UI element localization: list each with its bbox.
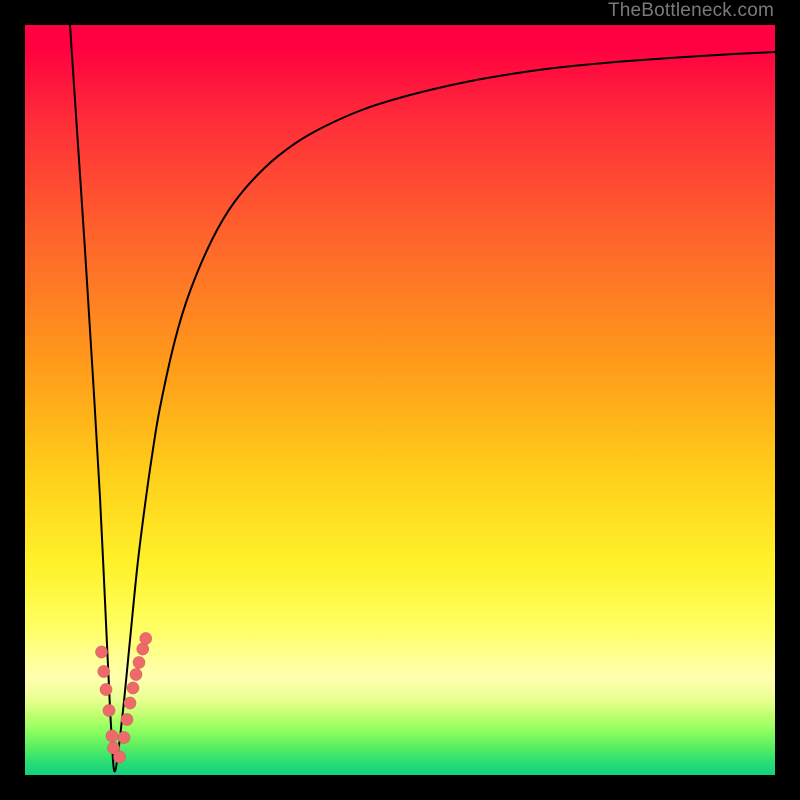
data-point-dot bbox=[95, 646, 107, 658]
plot-area bbox=[25, 25, 775, 775]
data-point-dot bbox=[124, 697, 136, 709]
watermark-text: TheBottleneck.com bbox=[608, 0, 774, 22]
data-point-dot bbox=[127, 682, 139, 694]
data-point-dot bbox=[118, 731, 130, 743]
data-point-dot bbox=[133, 656, 145, 668]
data-point-dot bbox=[130, 668, 142, 680]
data-point-dot bbox=[121, 713, 133, 725]
data-point-dot bbox=[106, 730, 118, 742]
data-point-dot bbox=[98, 665, 110, 677]
data-point-dot bbox=[103, 704, 115, 716]
data-point-dot bbox=[113, 751, 125, 763]
bottleneck-curve bbox=[70, 25, 775, 771]
data-point-dot bbox=[140, 632, 152, 644]
chart-svg bbox=[25, 25, 775, 775]
data-point-dot bbox=[100, 683, 112, 695]
chart-frame: TheBottleneck.com bbox=[0, 0, 800, 800]
